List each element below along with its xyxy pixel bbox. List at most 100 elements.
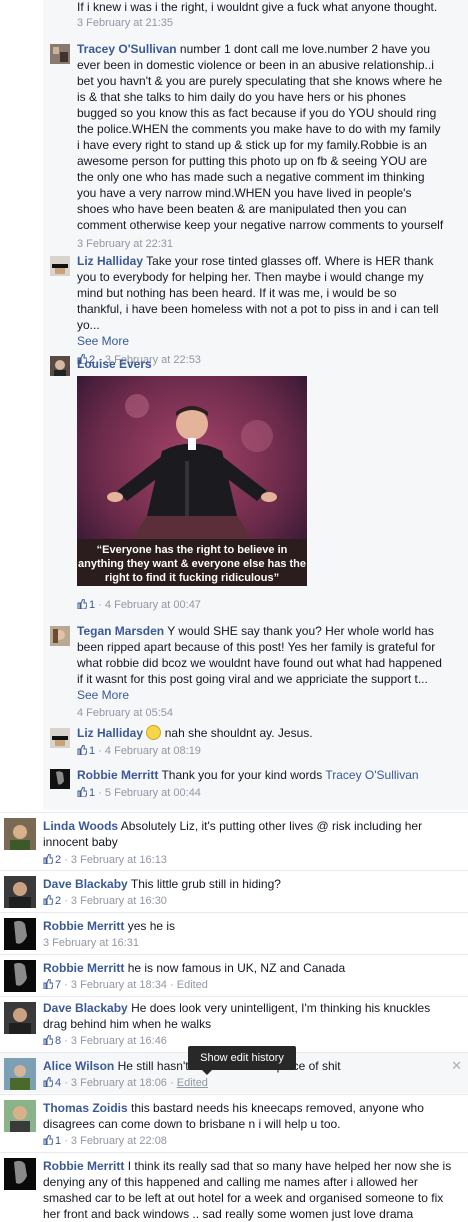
- like-count[interactable]: 1: [77, 787, 95, 799]
- avatar[interactable]: [4, 1100, 36, 1132]
- avatar[interactable]: [4, 1002, 36, 1034]
- grimace-emoji-icon: [146, 725, 162, 740]
- separator: ·: [64, 895, 68, 907]
- comment-author[interactable]: Louise Evers: [77, 357, 152, 371]
- comment: Linda Woods Absolutely Liz, it's putting…: [43, 818, 453, 868]
- comment: Louise Evers: [77, 356, 445, 372]
- separator: ·: [170, 1077, 174, 1089]
- comment-author[interactable]: Tegan Marsden: [77, 624, 164, 638]
- divider: [0, 870, 468, 871]
- comment-timestamp[interactable]: 3 February at 16:31: [43, 936, 453, 951]
- comment-text: If i knew i was i the right, i wouldnt g…: [77, 0, 438, 14]
- edited-link[interactable]: Edited: [177, 979, 208, 991]
- comment-author[interactable]: Liz Halliday: [77, 726, 143, 740]
- avatar-image: [4, 818, 36, 850]
- avatar-image: [50, 44, 70, 64]
- comment-timestamp[interactable]: 3 February at 16:13: [71, 854, 167, 866]
- comment-timestamp[interactable]: 3 February at 18:06: [71, 1077, 167, 1089]
- comment-author[interactable]: Linda Woods: [43, 819, 118, 833]
- comment: Thomas Zoidis this bastard needs his kne…: [43, 1100, 453, 1149]
- comment: Robbie Merritt yes he is 3 February at 1…: [43, 918, 453, 951]
- comment-timestamp[interactable]: 3 February at 22:31: [77, 237, 445, 252]
- avatar[interactable]: [50, 626, 70, 646]
- edited-link[interactable]: Edited: [177, 1077, 208, 1089]
- comment: Tegan Marsden Y would SHE say thank you?…: [77, 623, 445, 721]
- comment-author[interactable]: Robbie Merritt: [77, 768, 158, 782]
- like-icon: [43, 1135, 53, 1145]
- comment-author[interactable]: Dave Blackaby: [43, 1001, 128, 1015]
- comment: If i knew i was i the right, i wouldnt g…: [77, 0, 457, 31]
- avatar-image: [4, 876, 36, 908]
- avatar[interactable]: [4, 918, 36, 950]
- avatar[interactable]: [4, 960, 36, 992]
- comment: Liz Halliday Take your rose tinted glass…: [77, 253, 445, 368]
- avatar-image: [50, 769, 70, 789]
- mention-link[interactable]: Tracey O'Sullivan: [325, 768, 418, 782]
- comment-timestamp[interactable]: 5 February at 00:44: [105, 787, 201, 799]
- comment-text: number 1 dont call me love.number 2 have…: [77, 42, 444, 232]
- avatar[interactable]: [4, 1058, 36, 1090]
- comment-author[interactable]: Dave Blackaby: [43, 877, 128, 891]
- divider: [0, 996, 468, 997]
- avatar-image: [50, 356, 70, 376]
- comment-author[interactable]: Alice Wilson: [43, 1059, 114, 1073]
- comment: Robbie Merritt Thank you for your kind w…: [77, 767, 445, 801]
- separator: ·: [98, 599, 102, 611]
- avatar-image: [4, 1002, 36, 1034]
- like-count[interactable]: 1: [43, 1135, 61, 1147]
- like-icon: [43, 1077, 53, 1087]
- separator: ·: [98, 787, 102, 799]
- like-icon: [77, 745, 87, 755]
- like-icon: [43, 895, 53, 905]
- avatar[interactable]: [50, 256, 70, 276]
- comment-timestamp[interactable]: 3 February at 16:46: [71, 1035, 167, 1047]
- edit-history-tooltip: Show edit history: [188, 1046, 296, 1075]
- comment-timestamp[interactable]: 4 February at 00:47: [105, 599, 201, 611]
- like-count-value: 2: [55, 895, 62, 907]
- like-count-value: 1: [55, 1135, 62, 1147]
- comment-author[interactable]: Thomas Zoidis: [43, 1101, 128, 1115]
- comment-timestamp[interactable]: 4 February at 08:19: [105, 745, 201, 757]
- like-count[interactable]: 2: [43, 854, 61, 866]
- like-count-value: 2: [55, 854, 62, 866]
- see-more-link[interactable]: See More: [77, 687, 445, 703]
- avatar[interactable]: [50, 44, 70, 64]
- comment-author[interactable]: Robbie Merritt: [43, 1159, 124, 1173]
- comment-author[interactable]: Tracey O'Sullivan: [77, 42, 177, 56]
- close-icon[interactable]: ✕: [451, 1058, 462, 1074]
- comment-timestamp[interactable]: 3 February at 16:30: [71, 895, 167, 907]
- like-count[interactable]: 7: [43, 979, 61, 991]
- comment-timestamp[interactable]: 3 February at 21:35: [77, 16, 457, 31]
- comment-text: he is now famous in UK, NZ and Canada: [127, 961, 346, 975]
- see-more-link[interactable]: See More: [77, 333, 445, 349]
- separator: ·: [64, 1135, 68, 1147]
- photo-caption: “Everyone has the right to believe in an…: [77, 539, 307, 586]
- comment-author[interactable]: Liz Halliday: [77, 254, 143, 268]
- like-count[interactable]: 1: [77, 599, 95, 611]
- comment-author[interactable]: Robbie Merritt: [43, 961, 124, 975]
- avatar-image: [50, 626, 70, 646]
- comment-timestamp[interactable]: 3 February at 22:08: [71, 1135, 167, 1147]
- like-count[interactable]: 8: [43, 1035, 61, 1047]
- like-count[interactable]: 4: [43, 1077, 61, 1089]
- avatar[interactable]: [50, 769, 70, 789]
- avatar[interactable]: [4, 818, 36, 850]
- comment-timestamp[interactable]: 4 February at 05:54: [77, 706, 445, 721]
- avatar[interactable]: [4, 1158, 36, 1190]
- divider: [0, 1152, 468, 1153]
- comment-photo[interactable]: “Everyone has the right to believe in an…: [77, 376, 307, 586]
- like-icon: [43, 1035, 53, 1045]
- separator: ·: [64, 854, 68, 866]
- comment-author[interactable]: Robbie Merritt: [43, 919, 124, 933]
- avatar[interactable]: [50, 356, 70, 376]
- avatar[interactable]: [4, 876, 36, 908]
- comment: Robbie Merritt he is now famous in UK, N…: [43, 960, 453, 993]
- like-count[interactable]: 2: [43, 895, 61, 907]
- like-count[interactable]: 1: [77, 745, 95, 757]
- like-icon: [43, 979, 53, 989]
- divider: [0, 912, 468, 913]
- comment-timestamp[interactable]: 3 February at 18:34: [71, 979, 167, 991]
- avatar-image: [4, 1058, 36, 1090]
- avatar[interactable]: [50, 728, 70, 748]
- comment-text: Thank you for your kind words: [161, 768, 323, 782]
